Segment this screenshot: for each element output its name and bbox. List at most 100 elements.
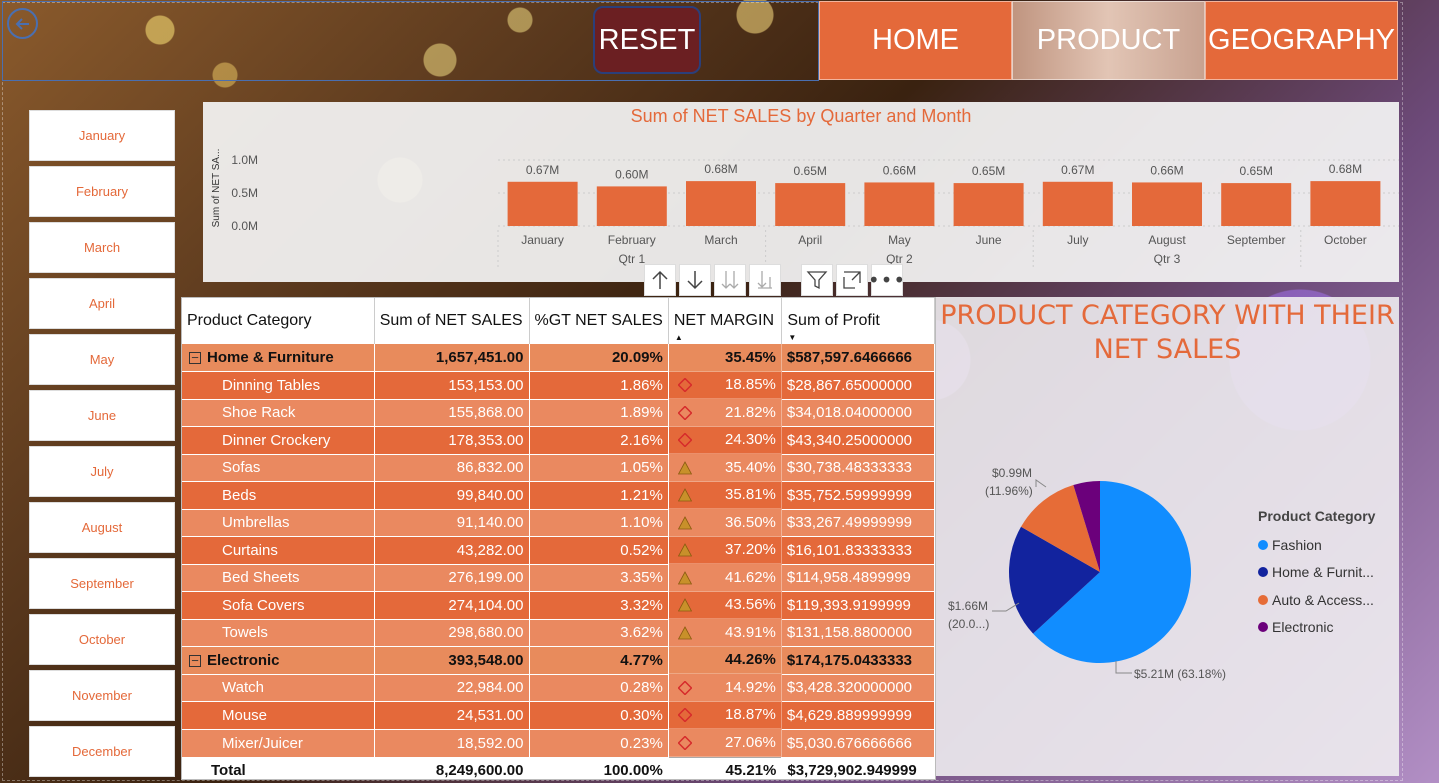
cell-gt-net-sales: 3.35% — [529, 564, 669, 592]
reset-button[interactable]: RESET — [593, 6, 701, 74]
bar-july — [1042, 181, 1113, 226]
month-button-may[interactable]: May — [29, 334, 175, 385]
filter-icon — [806, 271, 828, 290]
legend-dot — [1258, 539, 1268, 550]
month-button-august[interactable]: August — [29, 502, 175, 553]
header-product-category[interactable]: Product Category — [182, 298, 375, 344]
table-row[interactable]: Watch 22,984.00 0.28% 14.92% $3,428.32000000… — [182, 674, 935, 702]
cell-profit: $16,101.83333333 — [781, 536, 935, 565]
month-button-september[interactable]: September — [29, 558, 175, 609]
arrow-up-icon — [652, 270, 668, 289]
cell-net-margin: 27.06% — [668, 729, 782, 757]
cell-gt-net-sales: 20.09% — [529, 344, 669, 372]
total-profit: $3,729,902.949999 — [781, 756, 935, 779]
net-sales-bar-chart[interactable]: Sum of NET SALES by Quarter and Month 0.… — [203, 102, 1399, 282]
month-button-october[interactable]: October — [29, 614, 175, 665]
next-level-button[interactable] — [714, 264, 746, 296]
bar-february — [596, 186, 667, 226]
cell-profit: $587,597.6466666 — [781, 344, 935, 372]
x-tick-label: July — [1067, 233, 1088, 247]
cell-net-margin: 44.26% — [668, 646, 782, 674]
month-button-june[interactable]: June — [29, 390, 175, 441]
kpi-triangle-icon — [674, 541, 692, 558]
bar-data-label: 0.68M — [1329, 162, 1362, 176]
month-button-april[interactable]: April — [29, 278, 175, 329]
header-sum-net-sales[interactable]: Sum of NET SALES — [374, 298, 530, 344]
header-net-margin[interactable]: NET MARGIN ▲ — [668, 298, 783, 344]
expand-hierarchy-button[interactable] — [749, 264, 781, 296]
table-row[interactable]: Mouse 24,531.00 0.30% 18.87% $4,629.88999999… — [182, 701, 935, 730]
table-row[interactable]: Towels 298,680.00 3.62% 43.91% $131,158.8800… — [182, 619, 935, 647]
back-button[interactable] — [7, 8, 38, 39]
header-gt-net-sales[interactable]: %GT NET SALES — [529, 298, 669, 344]
kpi-triangle-icon — [674, 486, 692, 503]
net-margin-text: 21.82% — [725, 403, 776, 421]
cell-product-name: Curtains — [182, 536, 375, 565]
cell-product-name: Umbrellas — [182, 509, 375, 537]
cell-net-margin: 43.56% — [668, 591, 782, 619]
legend-dot — [1258, 622, 1268, 633]
cell-net-sales: 22,984.00 — [374, 674, 530, 702]
table-row[interactable]: Mixer/Juicer 18,592.00 0.23% 27.06% $5,030.6… — [182, 729, 935, 758]
table-row[interactable]: Bed Sheets 276,199.00 3.35% 41.62% $114,958.… — [182, 564, 935, 592]
product-name-text: Dinner Crockery — [222, 431, 331, 449]
cell-net-sales: 24,531.00 — [374, 701, 530, 730]
cell-product-name: − Home & Furniture — [182, 344, 375, 372]
nav-product-button[interactable]: PRODUCT — [1012, 1, 1205, 80]
nav-home-button[interactable]: HOME — [819, 1, 1012, 80]
quarter-label: Qtr 1 — [618, 252, 645, 266]
bar-data-label: 0.66M — [883, 163, 916, 177]
cell-net-margin: 14.92% — [668, 674, 782, 702]
cell-net-margin: 21.82% — [668, 399, 782, 427]
kpi-diamond-icon — [674, 376, 692, 393]
kpi-triangle-icon — [674, 459, 692, 476]
table-row[interactable]: Curtains 43,282.00 0.52% 37.20% $16,101.8333… — [182, 536, 935, 565]
collapse-icon[interactable]: − — [189, 654, 201, 667]
month-button-december[interactable]: December — [29, 726, 175, 777]
table-row[interactable]: Beds 99,840.00 1.21% 35.81% $35,752.59999999 — [182, 481, 935, 510]
month-button-january[interactable]: January — [29, 110, 175, 161]
x-tick-label: October — [1324, 233, 1367, 247]
month-button-march[interactable]: March — [29, 222, 175, 273]
table-row[interactable]: Sofa Covers 274,104.00 3.32% 43.56% $119,393… — [182, 591, 935, 620]
back-arrow-icon — [15, 17, 29, 30]
legend-item-home-furniture[interactable]: Home & Furnit... — [1258, 559, 1375, 587]
cell-gt-net-sales: 1.05% — [529, 454, 669, 482]
bar-data-label: 0.65M — [794, 164, 827, 178]
table-row[interactable]: Sofas 86,832.00 1.05% 35.40% $30,738.4833333… — [182, 454, 935, 482]
drill-up-button[interactable] — [644, 264, 676, 296]
category-row[interactable]: − Home & Furniture 1,657,451.00 20.09% 35.45… — [182, 344, 935, 372]
cell-net-margin: 35.81% — [668, 481, 782, 509]
drill-down-toggle-button[interactable] — [679, 264, 711, 296]
legend-item-fashion[interactable]: Fashion — [1258, 531, 1375, 559]
legend-item-auto-accessories[interactable]: Auto & Access... — [1258, 586, 1375, 614]
x-tick-label: March — [704, 233, 737, 247]
month-button-november[interactable]: November — [29, 670, 175, 721]
category-row[interactable]: − Electronic 393,548.00 4.77% 44.26% $174,175… — [182, 646, 935, 675]
cell-profit: $33,267.49999999 — [781, 509, 935, 537]
header-sum-of-profit[interactable]: Sum of Profit ▼ — [781, 298, 935, 344]
product-matrix-table[interactable]: Product Category Sum of NET SALES %GT NE… — [181, 297, 936, 780]
cell-net-margin: 18.87% — [668, 701, 782, 729]
focus-mode-button[interactable] — [836, 264, 868, 296]
kpi-diamond-icon — [674, 404, 692, 421]
x-tick-label: April — [798, 233, 822, 247]
more-options-button[interactable]: ••• — [868, 264, 905, 296]
month-button-july[interactable]: July — [29, 446, 175, 497]
net-margin-text: 43.56% — [725, 596, 776, 614]
legend-item-electronic[interactable]: Electronic — [1258, 614, 1375, 642]
bar-march — [686, 181, 756, 226]
product-name-text: Sofas — [222, 459, 261, 477]
collapse-icon[interactable]: − — [189, 351, 201, 365]
filter-button[interactable] — [801, 264, 833, 296]
nav-geography-button[interactable]: GEOGRAPHY — [1205, 1, 1398, 80]
month-slicer: January February March April May June Ju… — [29, 110, 175, 782]
month-button-february[interactable]: February — [29, 166, 175, 217]
table-row[interactable]: Dinner Crockery 178,353.00 2.16% 24.30% $43,… — [182, 426, 935, 455]
product-category-pie-chart[interactable]: PRODUCT CATEGORY WITH THEIR NET SALES $5… — [936, 297, 1399, 776]
table-row[interactable]: Dinning Tables 153,153.00 1.86% 18.85% $28,8… — [182, 371, 935, 400]
table-row[interactable]: Shoe Rack 155,868.00 1.89% 21.82% $34,018.04… — [182, 399, 935, 427]
table-row[interactable]: Umbrellas 91,140.00 1.10% 36.50% $33,267.499… — [182, 509, 935, 537]
bar-may — [864, 182, 935, 226]
kpi-triangle-icon — [674, 514, 692, 531]
